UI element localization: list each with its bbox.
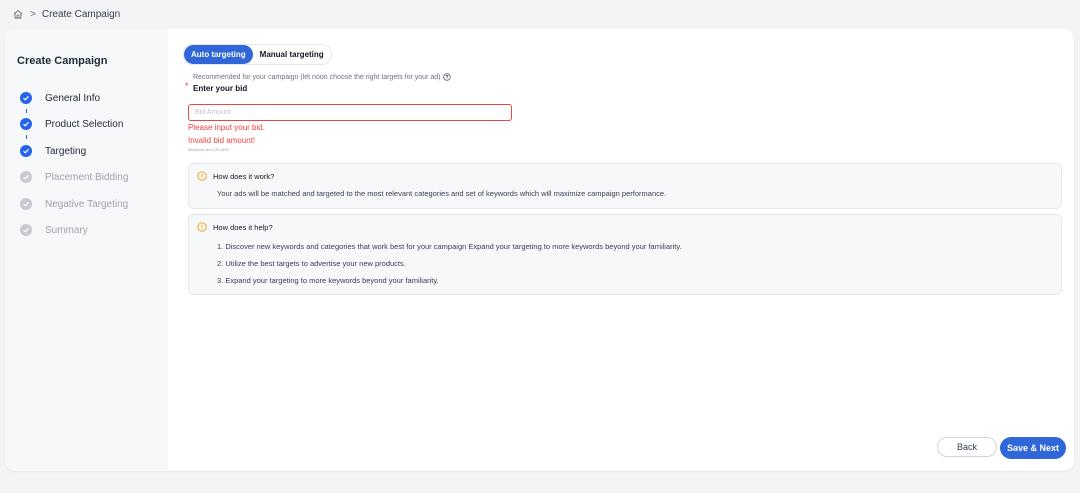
info-line: 3. Expand your targeting to more keyword… — [217, 276, 439, 285]
sidebar-title: Create Campaign — [17, 55, 108, 67]
targeting-panel: Auto targeting Manual targeting Recommen… — [183, 29, 1074, 471]
check-icon — [20, 92, 32, 104]
recommendation-hint: Recommended for your campaign (let noon … — [193, 73, 452, 81]
save-next-button[interactable]: Save & Next — [1000, 437, 1066, 459]
tab-manual-targeting[interactable]: Manual targeting — [253, 45, 331, 64]
tab-auto-targeting[interactable]: Auto targeting — [184, 45, 253, 64]
recommendation-text: Recommended for your campaign (let noon … — [193, 73, 441, 81]
bid-amount-input[interactable] — [188, 104, 512, 121]
required-mark: * — [185, 81, 189, 91]
check-icon — [20, 198, 32, 210]
error-invalid: Invalid bid amount! — [188, 136, 256, 145]
back-button[interactable]: Back — [937, 437, 997, 457]
steps-sidebar: Create Campaign General Info Product Sel… — [5, 29, 168, 471]
check-icon — [20, 224, 32, 236]
help-icon[interactable] — [443, 73, 452, 81]
info-warning-icon — [197, 171, 207, 181]
breadcrumb: > Create Campaign — [12, 7, 120, 21]
info-warning-icon — [197, 222, 207, 232]
step-label: Negative Targeting — [45, 198, 129, 210]
step-label: Placement Bidding — [45, 171, 129, 183]
step-targeting[interactable]: Targeting — [20, 144, 86, 158]
step-label: General Info — [45, 92, 101, 104]
step-summary[interactable]: Summary — [20, 223, 88, 237]
info-title: How does it help? — [213, 222, 273, 232]
info-line: 2. Utilize the best targets to advertise… — [217, 259, 406, 268]
info-line: Your ads will be matched and targeted to… — [217, 189, 667, 198]
how-it-works-box: How does it work? Your ads will be match… — [188, 163, 1062, 209]
breadcrumb-current: Create Campaign — [41, 8, 121, 20]
step-connector — [26, 135, 27, 139]
check-icon — [20, 118, 32, 130]
step-label: Product Selection — [45, 118, 124, 130]
check-icon — [20, 145, 32, 157]
step-connector — [26, 109, 27, 113]
how-it-helps-box: How does it help? 1. Discover new keywor… — [188, 214, 1062, 295]
step-negative-targeting[interactable]: Negative Targeting — [20, 197, 128, 211]
info-line: 1. Discover new keywords and categories … — [217, 242, 682, 251]
home-icon[interactable] — [12, 8, 24, 20]
breadcrumb-separator: > — [30, 8, 36, 20]
bid-label: Enter your bid — [193, 84, 248, 93]
step-product-selection[interactable]: Product Selection — [20, 117, 123, 131]
check-icon — [20, 171, 32, 183]
step-placement-bidding[interactable]: Placement Bidding — [20, 170, 128, 184]
info-title: How does it work? — [213, 171, 275, 181]
targeting-toggle: Auto targeting Manual targeting — [183, 44, 332, 65]
step-label: Targeting — [45, 145, 87, 157]
step-general-info[interactable]: General Info — [20, 91, 100, 105]
error-required: Please input your bid. — [188, 123, 265, 132]
step-label: Summary — [45, 224, 88, 236]
campaign-card: Create Campaign General Info Product Sel… — [5, 29, 1074, 471]
min-bid-note: Minimum bid 0.25 AED — [188, 147, 229, 152]
